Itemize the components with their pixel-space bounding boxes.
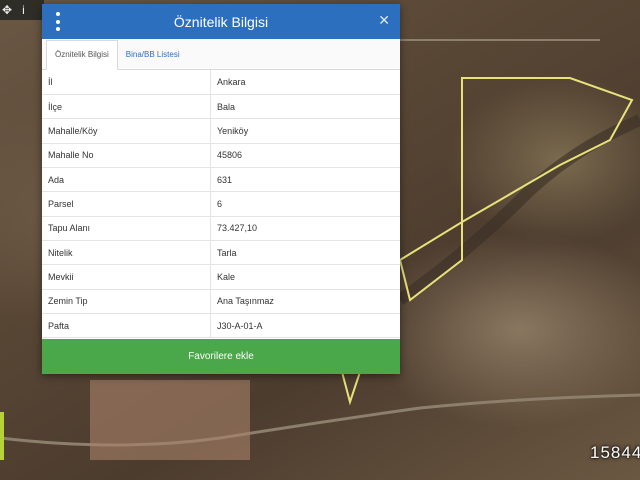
attribute-key: Tapu Alanı (42, 216, 211, 241)
attribute-info-panel: Öznitelik Bilgisi ✕ Öznitelik Bilgisi Bi… (42, 4, 400, 374)
table-row: Zemin Tip Ana Taşınmaz (42, 289, 400, 314)
pan-tool-icon[interactable]: ✥ (2, 0, 12, 20)
attribute-value: Kale (210, 264, 400, 290)
table-row: Mahalle/Köy Yeniköy (42, 118, 400, 144)
attribute-key: Mahalle No (42, 143, 211, 168)
table-row: Ada 631 (42, 167, 400, 193)
table-row: İl Ankara (42, 70, 400, 95)
table-row: Mahalle No 45806 (42, 143, 400, 168)
attribute-key: Nitelik (42, 240, 211, 266)
attribute-key: Ada (42, 167, 211, 193)
attribute-table: İl Ankara İlçe Bala Mahalle/Köy Yeniköy Mah… (42, 70, 400, 339)
attribute-value: Ankara (210, 70, 400, 95)
table-row: Parsel 6 (42, 191, 400, 217)
attribute-key: Zemin Tip (42, 289, 211, 314)
panel-title: Öznitelik Bilgisi (173, 13, 269, 30)
table-row: Pafta J30-A-01-A (42, 313, 400, 339)
attribute-key: Mevkii (42, 264, 211, 290)
panel-header: Öznitelik Bilgisi ✕ (42, 4, 400, 39)
attribute-value: J30-A-01-A (210, 313, 400, 339)
vertical-dots-menu-icon[interactable] (54, 12, 62, 31)
map-toolbar: ✥ i (0, 0, 44, 20)
tab-building-list[interactable]: Bina/BB Listesi (118, 41, 188, 69)
attribute-key: Pafta (42, 313, 211, 339)
attribute-value: Bala (210, 94, 400, 120)
attribute-value: Yeniköy (210, 118, 400, 144)
table-row: Mevkii Kale (42, 264, 400, 290)
panel-tabs: Öznitelik Bilgisi Bina/BB Listesi (42, 39, 400, 70)
table-row: İlçe Bala (42, 94, 400, 120)
attribute-key: İl (42, 70, 211, 95)
field-plot (90, 380, 250, 460)
info-tool-icon[interactable]: i (22, 0, 25, 20)
attribute-value: 631 (210, 167, 400, 193)
attribute-key: Mahalle/Köy (42, 118, 211, 144)
attribute-value: Tarla (210, 240, 400, 266)
attribute-value: Ana Taşınmaz (210, 289, 400, 314)
attribute-value: 6 (210, 191, 400, 217)
table-row: Tapu Alanı 73.427,10 (42, 216, 400, 241)
attribute-key: İlçe (42, 94, 211, 120)
attribute-value: 73.427,10 (210, 216, 400, 241)
stream-bed (396, 114, 640, 305)
parcel-outline (461, 77, 634, 224)
attribute-key: Parsel (42, 191, 211, 217)
parcel-outline-edge (341, 371, 361, 406)
attribute-value: 45806 (210, 143, 400, 168)
table-row: Nitelik Tarla (42, 240, 400, 266)
add-to-favorites-button[interactable]: Favorilere ekle (42, 339, 400, 374)
side-panel-tab[interactable] (0, 412, 4, 460)
parcel-number-label: 15844 (590, 443, 640, 462)
tab-attribute-info[interactable]: Öznitelik Bilgisi (46, 40, 118, 70)
close-icon[interactable]: ✕ (378, 12, 390, 29)
